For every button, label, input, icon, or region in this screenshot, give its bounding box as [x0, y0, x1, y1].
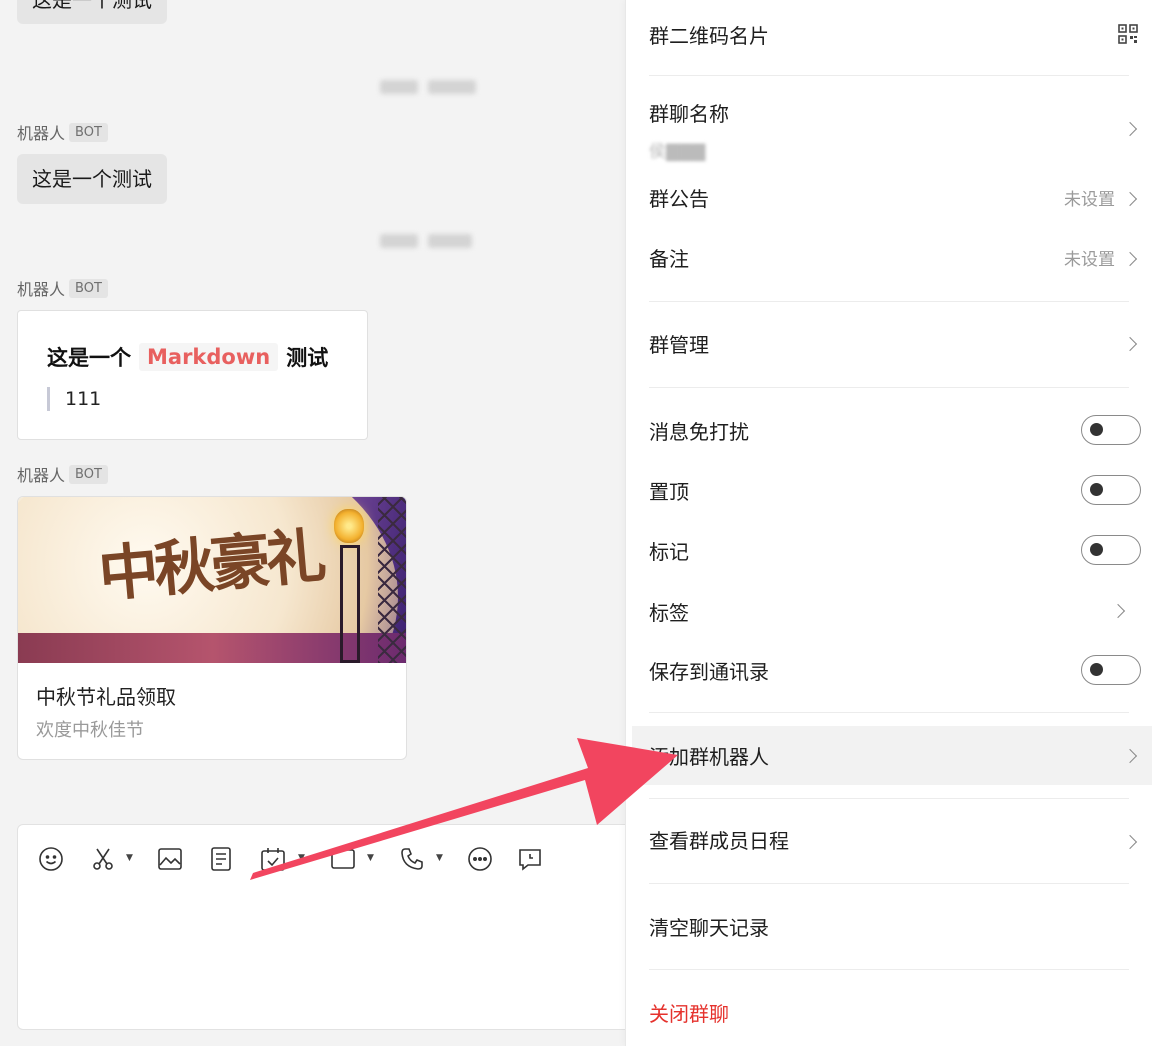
heading-text: 这是一个 [47, 346, 131, 370]
tag-row[interactable]: 标签 [626, 591, 1152, 631]
bot-badge: BOT [69, 464, 108, 484]
document-icon[interactable] [207, 845, 235, 873]
pin-row: 置顶 [626, 470, 1152, 510]
timestamp-blurred [380, 80, 476, 94]
message-bubble[interactable]: 这是一个测试 [17, 154, 167, 204]
news-description: 欢度中秋佳节 [36, 720, 144, 741]
clear-history-row[interactable]: 清空聊天记录 [626, 906, 1152, 946]
markdown-message-card[interactable]: 这是一个 Markdown 测试 111 [17, 310, 368, 440]
message-composer[interactable]: ▼ ▼ ▼ ▼ [17, 824, 625, 1030]
emoji-icon[interactable] [37, 845, 65, 873]
member-schedule-row[interactable]: 查看群成员日程 [626, 819, 1152, 859]
row-label: 群聊名称 [649, 102, 729, 126]
scissors-icon[interactable] [89, 845, 117, 873]
chevron-down-icon[interactable]: ▼ [367, 853, 374, 863]
news-cover-image: 中秋豪礼 [18, 497, 406, 663]
row-value: 未设置 [1064, 249, 1115, 270]
monitor-icon[interactable] [329, 845, 357, 873]
phone-icon[interactable] [398, 845, 426, 873]
chevron-down-icon[interactable]: ▼ [436, 853, 443, 863]
close-group-row[interactable]: 关闭群聊 [626, 992, 1152, 1032]
row-label: 群公告 [649, 186, 709, 211]
add-group-bot-row[interactable]: 添加群机器人 [632, 726, 1152, 785]
chat-bubble-clock-icon[interactable] [516, 845, 544, 873]
calendar-check-icon[interactable] [259, 845, 287, 873]
save-contacts-row: 保存到通讯录 [626, 650, 1152, 690]
row-label: 消息免打扰 [649, 419, 749, 444]
more-icon[interactable] [466, 845, 494, 873]
row-label: 置顶 [649, 479, 689, 504]
save-contacts-toggle[interactable] [1081, 655, 1141, 685]
sender-name: 机器人 [17, 466, 66, 485]
inline-code: Markdown [139, 343, 279, 371]
news-title: 中秋节礼品领取 [36, 685, 176, 709]
bot-badge: BOT [69, 122, 108, 142]
row-label: 标签 [649, 600, 689, 625]
qr-card-row[interactable]: 群二维码名片 [626, 14, 1152, 54]
mute-row: 消息免打扰 [626, 410, 1152, 450]
chat-pane: 这是一个测试 机器人 BOT 这是一个测试 机器人 BOT 这是一个 Markd… [0, 0, 625, 1046]
group-settings-panel: 群二维码名片 群聊名称 侯▇▇▇ 群公告 未设置 备注 未设置 群管理 消息免打… [625, 0, 1152, 1046]
sender-name: 机器人 [17, 280, 66, 299]
heading-text: 测试 [286, 346, 329, 370]
remark-row[interactable]: 备注 未设置 [626, 237, 1152, 277]
pin-toggle[interactable] [1081, 475, 1141, 505]
row-label: 添加群机器人 [649, 745, 769, 769]
message-sender: 机器人 BOT [17, 120, 108, 144]
message-text: 这是一个测试 [32, 0, 152, 12]
bot-badge: BOT [69, 278, 108, 298]
group-announcement-row[interactable]: 群公告 未设置 [626, 177, 1152, 217]
message-text: 这是一个测试 [32, 167, 152, 191]
row-label: 关闭群聊 [649, 1001, 729, 1026]
sender-name: 机器人 [17, 124, 66, 143]
news-message-card[interactable]: 中秋豪礼 中秋节礼品领取 欢度中秋佳节 [17, 496, 407, 760]
row-label: 保存到通讯录 [649, 659, 769, 684]
lantern-icon [334, 509, 364, 543]
mute-toggle[interactable] [1081, 415, 1141, 445]
image-icon[interactable] [156, 845, 184, 873]
group-name-value-blurred: 侯▇▇▇ [649, 142, 706, 162]
mark-row: 标记 [626, 530, 1152, 570]
group-manage-row[interactable]: 群管理 [626, 323, 1152, 363]
qr-code-icon[interactable] [1118, 24, 1138, 44]
row-label: 标记 [649, 539, 689, 564]
chevron-down-icon[interactable]: ▼ [298, 853, 305, 863]
row-label: 群二维码名片 [649, 23, 769, 48]
blockquote: 111 [47, 387, 101, 411]
chevron-down-icon[interactable]: ▼ [126, 853, 133, 863]
row-label: 清空聊天记录 [649, 915, 769, 940]
row-value: 未设置 [1064, 189, 1115, 210]
message-sender: 机器人 BOT [17, 462, 108, 486]
row-label: 备注 [649, 246, 689, 271]
message-sender: 机器人 BOT [17, 276, 108, 300]
row-label: 查看群成员日程 [649, 828, 789, 853]
mark-toggle[interactable] [1081, 535, 1141, 565]
message-bubble-partial[interactable]: 这是一个测试 [17, 0, 167, 24]
timestamp-blurred [380, 234, 472, 248]
markdown-heading: 这是一个 Markdown 测试 [47, 342, 328, 372]
row-label: 群管理 [649, 332, 709, 357]
